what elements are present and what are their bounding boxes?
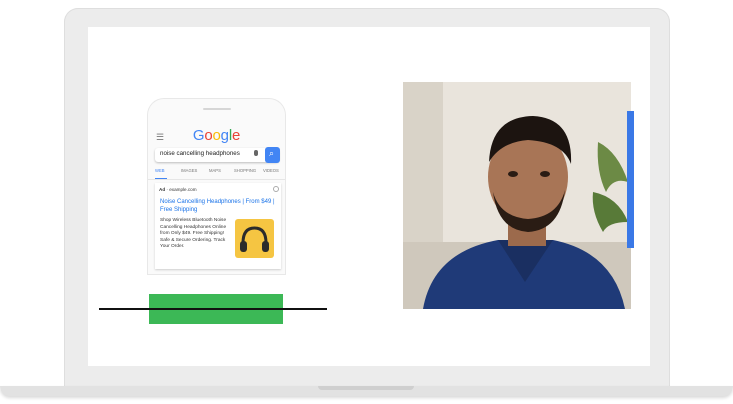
search-input[interactable]: noise cancelling headphones <box>160 150 240 157</box>
presenter-image <box>403 82 631 309</box>
tab-maps[interactable]: MAPS <box>209 168 221 173</box>
search-tabs: WEB IMAGES MAPS SHOPPING VIDEOS <box>155 168 285 178</box>
tab-videos[interactable]: VIDEOS <box>263 168 279 173</box>
tab-images[interactable]: IMAGES <box>181 168 197 173</box>
search-button[interactable]: ⌕ <box>265 147 280 163</box>
ad-description: Shop Wireless Bluetooth Noise Cancelling… <box>160 218 227 250</box>
search-box[interactable]: noise cancelling headphones ⌕ <box>155 147 280 163</box>
phone-speaker <box>203 108 231 110</box>
ad-card[interactable]: Ad · example.com Noise Cancelling Headph… <box>155 183 281 269</box>
tabs-divider <box>148 179 285 180</box>
tab-shopping[interactable]: SHOPPING <box>234 168 256 173</box>
mic-icon[interactable] <box>254 150 258 156</box>
phone-mockup: ☰ Google noise cancelling headphones ⌕ W… <box>148 99 285 274</box>
tab-web[interactable]: WEB <box>155 168 165 173</box>
google-logo: Google <box>192 127 241 144</box>
presenter-video <box>403 82 631 309</box>
ad-badge: Ad <box>159 187 166 192</box>
info-icon[interactable] <box>273 186 279 192</box>
ad-label: Ad · example.com <box>159 187 197 192</box>
headphones-image[interactable] <box>235 219 274 258</box>
laptop-notch <box>318 386 414 390</box>
headphones-icon <box>240 226 269 252</box>
ad-title-link[interactable]: Noise Cancelling Headphones | From $49 |… <box>160 199 278 214</box>
search-icon: ⌕ <box>269 148 275 158</box>
divider-line <box>99 308 327 310</box>
ad-url: example.com <box>169 187 197 192</box>
blue-accent-strip <box>627 111 634 248</box>
